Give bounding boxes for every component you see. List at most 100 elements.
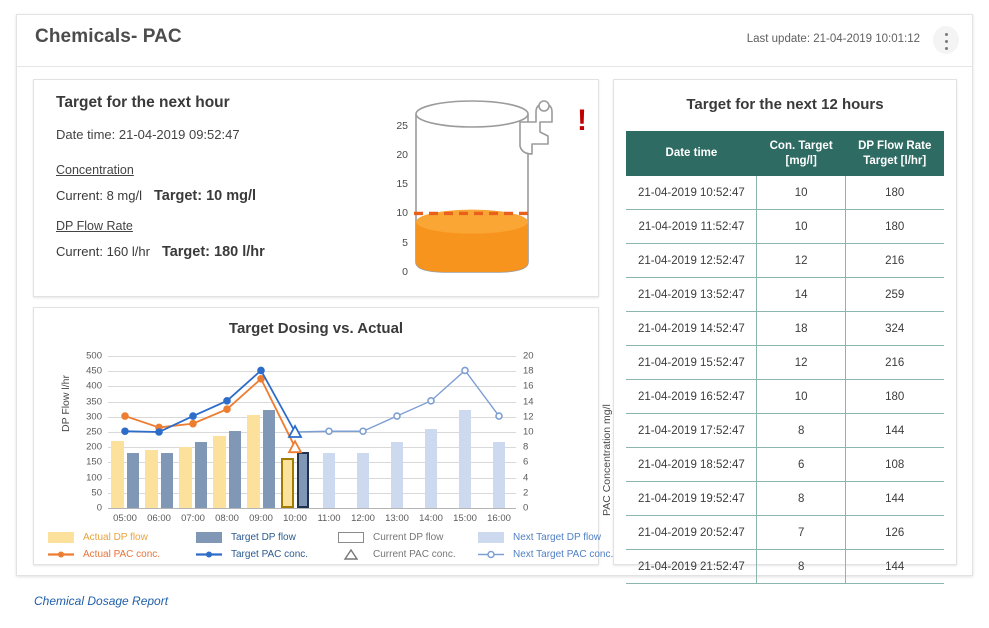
tank-illustration [408,96,554,286]
chart-y-tick: 50 [91,487,108,498]
cell-con-target: 8 [756,550,846,584]
chart-x-tick: 13:00 [385,513,409,524]
alert-exclamation-icon: ! [577,106,587,136]
chart-x-tick: 07:00 [181,513,205,524]
kebab-menu-icon[interactable] [933,26,959,54]
target-next-hour-title: Target for the next hour [56,94,230,112]
legend-line-icon [196,549,222,560]
chart-y2-axis-label: PAC Concentration mg/l [601,404,613,516]
tank-tick-label: 25 [396,120,408,132]
col-header-datetime: Date time [627,132,757,176]
cell-flow-target: 144 [846,550,944,584]
cell-con-target: 8 [756,482,846,516]
chart-y2-tick: 0 [516,503,528,514]
table-row: 21-04-2019 12:52:4712216 [627,244,944,278]
legend-swatch-icon [478,532,504,543]
cell-datetime: 21-04-2019 10:52:47 [627,176,757,210]
chart-axis-line [108,508,516,509]
legend-line-icon [48,549,74,560]
chart-y2-tick: 6 [516,457,528,468]
chart-plot-area: 0501001502002503003504004505000246810121… [108,356,516,508]
cell-con-target: 6 [756,448,846,482]
legend-item: Target PAC conc. [196,549,308,560]
legend-label: Next Target PAC conc. [513,549,613,560]
legend-line-icon [478,549,504,560]
cell-datetime: 21-04-2019 20:52:47 [627,516,757,550]
chart-title: Target Dosing vs. Actual [34,320,598,337]
dp-flow-current: Current: 160 l/hr [56,244,150,259]
legend-item: Target DP flow [196,532,296,543]
cell-flow-target: 108 [846,448,944,482]
legend-item: Current DP flow [338,532,443,543]
table-row: 21-04-2019 13:52:4714259 [627,278,944,312]
table-row: 21-04-2019 11:52:4710180 [627,210,944,244]
page-title: Chemicals- PAC [35,26,182,48]
table-row: 21-04-2019 20:52:477126 [627,516,944,550]
chart-legend: Actual DP flow Target DP flow Current DP f… [48,532,586,564]
legend-label: Current PAC conc. [373,549,456,560]
table-row: 21-04-2019 19:52:478144 [627,482,944,516]
chart-y-axis-label: DP Flow l/hr [60,375,72,432]
concentration-values: Current: 8 mg/lTarget: 10 mg/l [56,188,256,204]
legend-label: Target PAC conc. [231,549,308,560]
tank-tick-label: 10 [396,207,408,219]
chart-y2-tick: 20 [516,351,534,362]
chart-y2-tick: 14 [516,396,534,407]
cell-datetime: 21-04-2019 13:52:47 [627,278,757,312]
tank-tick-label: 15 [396,178,408,190]
chart-y-tick: 450 [86,366,108,377]
page-header: Chemicals- PAC Last update: 21-04-2019 1… [17,15,972,67]
cell-datetime: 21-04-2019 11:52:47 [627,210,757,244]
chart-line-layer [108,356,516,508]
cell-datetime: 21-04-2019 18:52:47 [627,448,757,482]
cell-datetime: 21-04-2019 14:52:47 [627,312,757,346]
cell-con-target: 10 [756,176,846,210]
chart-y-tick: 150 [86,457,108,468]
cell-con-target: 12 [756,346,846,380]
chart-y2-tick: 4 [516,472,528,483]
chart-y-tick: 400 [86,381,108,392]
table-row: 21-04-2019 21:52:478144 [627,550,944,584]
legend-triangle-icon [338,549,364,560]
cell-flow-target: 144 [846,414,944,448]
cell-datetime: 21-04-2019 17:52:47 [627,414,757,448]
col-header-con-target: Con. Target [mg/l] [756,132,846,176]
cell-con-target: 8 [756,414,846,448]
chart-y2-tick: 8 [516,442,528,453]
cell-datetime: 21-04-2019 21:52:47 [627,550,757,584]
cell-flow-target: 216 [846,346,944,380]
cell-con-target: 10 [756,380,846,414]
legend-label: Actual DP flow [83,532,148,543]
chart-x-tick: 10:00 [283,513,307,524]
dp-flow-target: Target: 180 l/hr [162,244,265,260]
cell-datetime: 21-04-2019 12:52:47 [627,244,757,278]
chart-y-tick: 0 [97,503,108,514]
cell-datetime: 21-04-2019 19:52:47 [627,482,757,516]
table-row: 21-04-2019 14:52:4718324 [627,312,944,346]
chart-y-tick: 350 [86,396,108,407]
chart-x-tick: 06:00 [147,513,171,524]
chart-x-tick: 11:00 [317,513,340,524]
cell-datetime: 21-04-2019 16:52:47 [627,380,757,414]
legend-item: Current PAC conc. [338,549,456,560]
chart-y2-tick: 18 [516,366,534,377]
last-update-text: Last update: 21-04-2019 10:01:12 [747,33,920,45]
legend-item: Actual PAC conc. [48,549,160,560]
legend-label: Next Target DP flow [513,532,601,543]
chart-y-tick: 100 [86,472,108,483]
chart-y2-tick: 10 [516,427,534,438]
cell-flow-target: 180 [846,380,944,414]
tank-scale: 2520151050 [374,96,408,286]
chemical-dosage-report-link[interactable]: Chemical Dosage Report [34,594,168,608]
target-12h-card: Target for the next 12 hours Date time C… [613,79,957,565]
chart-x-tick: 08:00 [215,513,239,524]
chart-y2-tick: 12 [516,411,534,422]
chart-y2-tick: 16 [516,381,534,392]
legend-label: Actual PAC conc. [83,549,160,560]
legend-item: Next Target DP flow [478,532,601,543]
cell-con-target: 12 [756,244,846,278]
tank-gauge: 2520151050 [374,96,554,286]
dp-flow-section-label: DP Flow Rate [56,219,133,233]
cell-flow-target: 144 [846,482,944,516]
legend-label: Target DP flow [231,532,296,543]
